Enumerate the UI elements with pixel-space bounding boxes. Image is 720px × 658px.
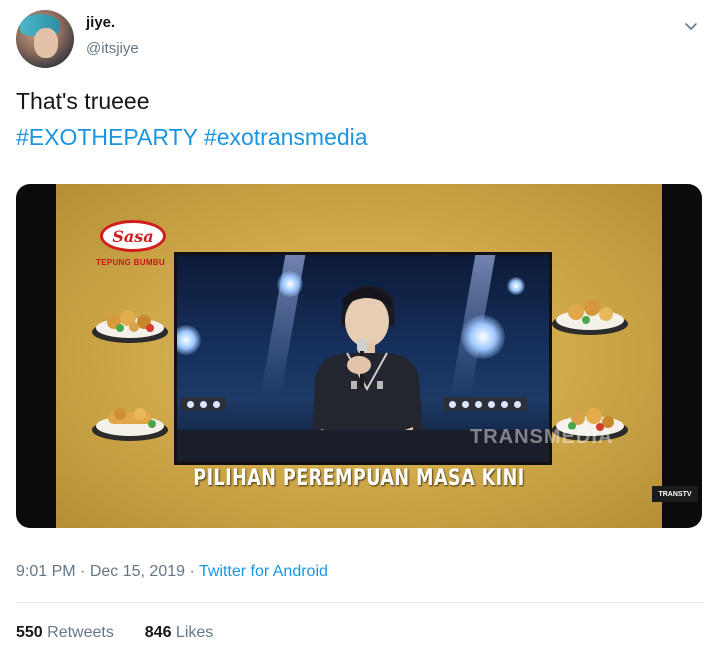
sasa-logo: Sasa (100, 220, 166, 252)
tweet-timestamp: 9:01 PM · Dec 15, 2019 · Twitter for And… (16, 563, 328, 581)
likes-stat[interactable]: 846 Likes (145, 624, 214, 641)
stage-light-bar (181, 397, 226, 411)
separator-dot: · (80, 563, 90, 580)
tweet-hashtags: #EXOTHEPARTY #exotransmedia (16, 124, 368, 151)
tweet-stats: 550 Retweets 846 Likes (16, 624, 213, 642)
stage-spotlight (461, 315, 505, 359)
tweet-source-link[interactable]: Twitter for Android (199, 563, 328, 580)
retweets-label: Retweets (47, 624, 114, 641)
channel-logo: TRANSTV (652, 486, 698, 502)
tweet-text: That's trueee (16, 88, 150, 114)
user-handle[interactable]: @itsjiye (86, 40, 139, 57)
brand-subtitle: TEPUNG BUMBU (96, 258, 165, 267)
stage-spotlight (507, 277, 525, 295)
tweet-time[interactable]: 9:01 PM (16, 563, 76, 580)
tweet-date[interactable]: Dec 15, 2019 (90, 563, 185, 580)
likes-count: 846 (144, 624, 172, 641)
hashtag-link[interactable]: #exotransmedia (204, 124, 368, 150)
food-plate-image (552, 300, 628, 335)
channel-watermark: TRANSMEDIA (470, 426, 614, 448)
food-plate-image (92, 310, 168, 343)
separator-dot: · (189, 563, 199, 580)
chevron-down-icon[interactable] (683, 18, 699, 34)
stage-spotlight (177, 325, 201, 355)
likes-label: Likes (175, 624, 214, 641)
video-caption: PILIHAN PEREMPUAN MASA KINI (193, 466, 525, 491)
divider (16, 602, 704, 603)
media-video[interactable]: Sasa TEPUNG BUMBU TRANSMEDIA PILIHAN PER… (16, 184, 702, 528)
stage-light-bar (443, 397, 527, 411)
hashtag-link[interactable]: #EXOTHEPARTY (16, 124, 198, 150)
avatar-face (34, 28, 58, 58)
retweets-count: 550 (16, 624, 43, 641)
stage-spotlight (277, 271, 303, 297)
display-name[interactable]: jiye. (86, 14, 115, 31)
retweets-stat[interactable]: 550 Retweets (16, 624, 118, 641)
food-plate-image (92, 408, 168, 441)
avatar[interactable] (16, 10, 74, 68)
